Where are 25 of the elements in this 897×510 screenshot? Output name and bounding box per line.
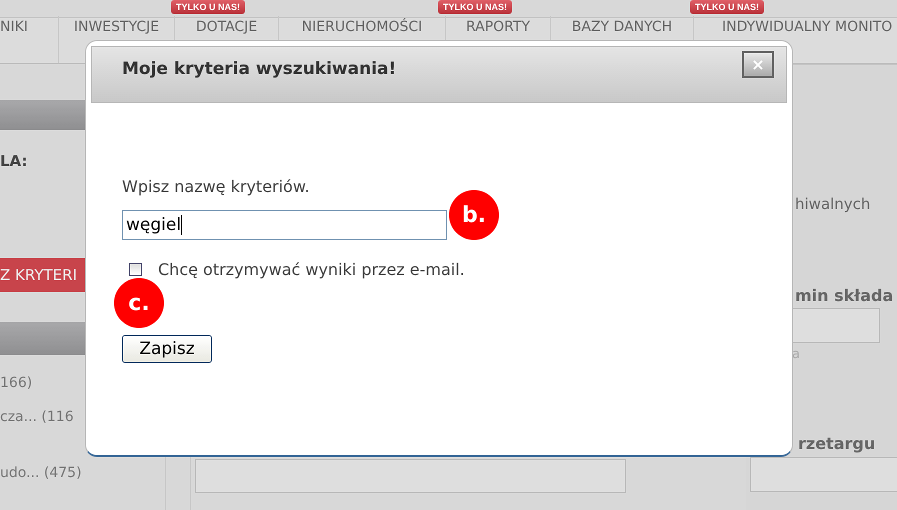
email-checkbox[interactable] [129,263,142,276]
input-field[interactable] [750,457,897,492]
promo-badge: TYLKO U NAS! [171,0,245,14]
section-heading: LA: [0,152,28,170]
nav-link[interactable]: INWESTYCJE [74,19,160,35]
category-link[interactable]: 166) [0,375,32,391]
promo-badge: TYLKO U NAS! [690,0,764,14]
name-field[interactable]: węgiel [122,210,447,240]
field-label: rzetargu [798,434,876,453]
nav-link[interactable]: DOTACJE [196,19,258,35]
input-field[interactable] [195,459,626,493]
nav-link[interactable]: BAZY DANYCH [572,19,672,35]
category-link[interactable]: cza... (116 [0,409,74,425]
nav-link[interactable]: NIERUCHOMOŚCI [302,19,422,35]
dialog-title: Moje kryteria wyszukiwania! [122,59,396,79]
nav-link[interactable]: INDYWIDUALNY MONITO [722,19,892,35]
checkbox-label: hiwalnych [795,195,870,213]
date-field[interactable] [792,308,880,343]
category-link[interactable]: udo... (475) [0,465,82,481]
promo-badge: TYLKO U NAS! [438,0,512,14]
nav-link[interactable]: RAPORTY [466,19,530,35]
save-button[interactable]: Zapisz [122,335,212,363]
nav-link[interactable]: NIKI [0,19,28,35]
field-label: min składa [795,286,894,305]
prompt-text: Wpisz nazwę kryteriów. [122,177,310,196]
